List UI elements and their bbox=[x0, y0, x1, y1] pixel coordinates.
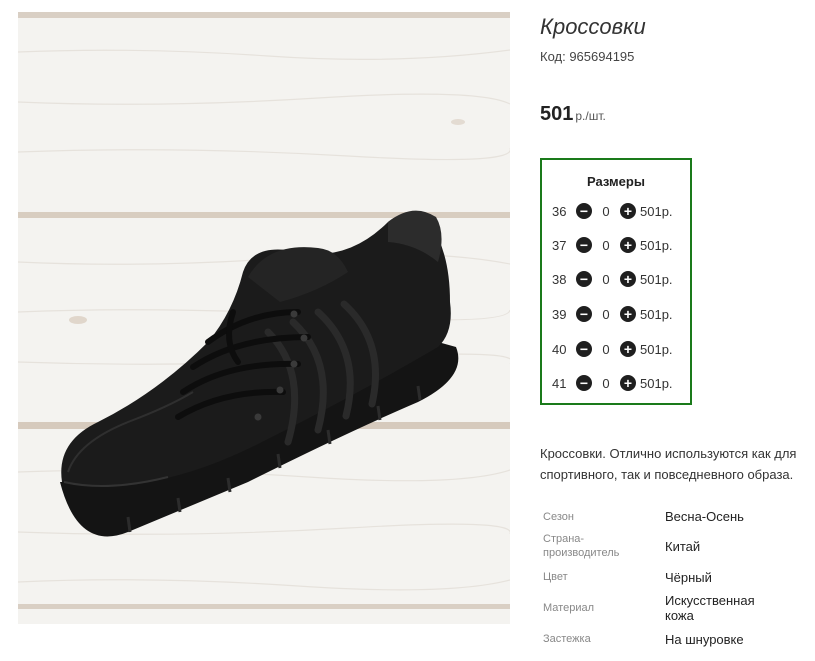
size-row: 38 − 0 + 501р. bbox=[552, 269, 673, 289]
size-number: 40 bbox=[552, 341, 567, 357]
property-value: Искусственная кожа bbox=[665, 593, 755, 623]
minus-circle-icon[interactable]: − bbox=[576, 375, 592, 391]
size-price: 501р. bbox=[640, 203, 673, 219]
quantity-value: 0 bbox=[602, 306, 610, 322]
product-price: 501 р./шт. bbox=[540, 103, 606, 126]
property-value: Весна-Осень bbox=[665, 509, 744, 524]
size-price: 501р. bbox=[640, 306, 673, 322]
minus-circle-icon[interactable]: − bbox=[576, 306, 592, 322]
property-label: Цвет bbox=[543, 571, 568, 583]
sneaker-image bbox=[18, 12, 510, 624]
plus-circle-icon[interactable]: + bbox=[620, 341, 636, 357]
size-number: 41 bbox=[552, 375, 567, 391]
size-number: 38 bbox=[552, 271, 567, 287]
minus-circle-icon[interactable]: − bbox=[576, 341, 592, 357]
description-line: спортивного, так и повседневного образа. bbox=[540, 467, 794, 482]
size-price: 501р. bbox=[640, 341, 673, 357]
size-number: 36 bbox=[552, 203, 567, 219]
property-label: Материал bbox=[543, 602, 594, 614]
plus-circle-icon[interactable]: + bbox=[620, 271, 636, 287]
size-price: 501р. bbox=[640, 375, 673, 391]
size-price: 501р. bbox=[640, 271, 673, 287]
size-row: 41 − 0 + 501р. bbox=[552, 373, 673, 393]
quantity-value: 0 bbox=[602, 203, 610, 219]
quantity-value: 0 bbox=[602, 271, 610, 287]
product-title: Кроссовки bbox=[540, 14, 646, 39]
minus-circle-icon[interactable]: − bbox=[576, 203, 592, 219]
quantity-value: 0 bbox=[602, 341, 610, 357]
plus-circle-icon[interactable]: + bbox=[620, 203, 636, 219]
product-code: Код: 965694195 bbox=[540, 49, 635, 64]
product-description: Кроссовки. Отлично используются как для … bbox=[540, 443, 815, 485]
property-label: Страна- производитель bbox=[543, 533, 620, 559]
product-photo[interactable] bbox=[18, 12, 510, 624]
size-row: 36 − 0 + 501р. bbox=[552, 201, 673, 221]
size-row: 37 − 0 + 501р. bbox=[552, 235, 673, 255]
plus-circle-icon[interactable]: + bbox=[620, 306, 636, 322]
property-label: Застежка bbox=[543, 633, 591, 645]
sizes-title: Размеры bbox=[587, 174, 645, 189]
property-value: Чёрный bbox=[665, 570, 712, 585]
sizes-panel: Размеры 36 − 0 + 501р. 37 − 0 + 501р. 38… bbox=[540, 158, 692, 405]
description-line: Кроссовки. Отлично используются как для bbox=[540, 446, 797, 461]
quantity-value: 0 bbox=[602, 375, 610, 391]
quantity-value: 0 bbox=[602, 237, 610, 253]
plus-circle-icon[interactable]: + bbox=[620, 237, 636, 253]
price-unit: р./шт. bbox=[575, 109, 606, 123]
product-info: Кроссовки Код: 965694195 501 р./шт. Разме… bbox=[540, 0, 815, 661]
price-value: 501 bbox=[540, 103, 574, 125]
property-value: Китай bbox=[665, 539, 701, 554]
size-price: 501р. bbox=[640, 237, 673, 253]
size-number: 39 bbox=[552, 306, 567, 322]
size-row: 40 − 0 + 501р. bbox=[552, 339, 673, 359]
property-label: Сезон bbox=[543, 511, 574, 523]
plus-circle-icon[interactable]: + bbox=[620, 375, 636, 391]
size-number: 37 bbox=[552, 237, 567, 253]
minus-circle-icon[interactable]: − bbox=[576, 271, 592, 287]
property-value: На шнуровке bbox=[665, 632, 744, 647]
minus-circle-icon[interactable]: − bbox=[576, 237, 592, 253]
size-row: 39 − 0 + 501р. bbox=[552, 304, 673, 324]
